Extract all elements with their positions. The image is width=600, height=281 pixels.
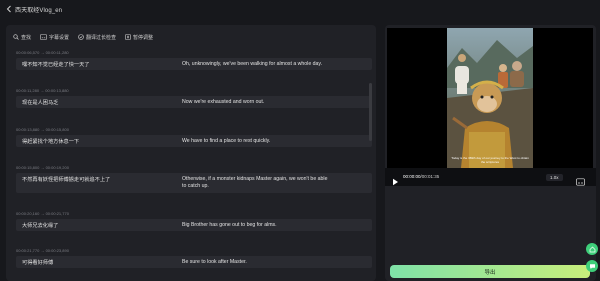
subtitle-segment: 00:00:21,770 → 00:00:23,890 可得看好师傅 Be su… xyxy=(16,247,372,268)
batch-adjust-button[interactable]: 暂停调整 xyxy=(125,34,153,41)
preview-panel: Today is the 369th day of our journey to… xyxy=(385,25,596,281)
segment-time: 00:00:20,160 → 00:00:21,770 xyxy=(16,211,69,216)
segment-time: 00:00:15,800 → 00:00:19,200 xyxy=(16,165,69,170)
home-icon xyxy=(589,246,595,252)
export-button[interactable]: 导出 xyxy=(390,265,590,278)
current-time: 00:00:00 xyxy=(403,174,421,179)
segment-row[interactable]: 得赶紧找个地方休息一下 We have to find a place to r… xyxy=(16,135,372,147)
subtitle-toolbar: 查找 字幕设置 翻译过长检查 暂停调整 xyxy=(13,32,162,42)
segment-row[interactable]: 现在是人困马乏 Now we're exhausted and worn out… xyxy=(16,96,372,108)
target-text[interactable]: Oh, unknowingly, we've been walking for … xyxy=(176,61,372,67)
subtitle-segment: 00:00:15,800 → 00:00:19,200 不然再有妖怪把师傅掳走可… xyxy=(16,164,372,193)
segment-row[interactable]: 嘿不知不觉已经走了快一天了 Oh, unknowingly, we've bee… xyxy=(16,58,372,70)
subtitle-segment: 00:00:06,570 → 00:00:11,280 嘿不知不觉已经走了快一天… xyxy=(16,49,372,70)
video-preview[interactable]: Today is the 369th day of our journey to… xyxy=(387,28,593,168)
playback-time: 00:00:00/00:01:35 xyxy=(403,174,439,179)
play-icon xyxy=(393,178,398,186)
source-text[interactable]: 可得看好师傅 xyxy=(16,259,176,266)
source-text[interactable]: 不然再有妖怪把师傅掳走可就追不上了 xyxy=(16,176,176,183)
translation-check-button[interactable]: 翻译过长检查 xyxy=(78,34,116,41)
burned-subtitle: Today is the 369th day of our journey to… xyxy=(451,156,529,164)
subtitle-segment: 00:00:11,280 → 00:00:13,880 现在是人困马乏 Now … xyxy=(16,87,372,108)
segment-time: 00:00:13,880 → 00:00:15,800 xyxy=(16,127,69,132)
target-text[interactable]: Be sure to look after Master. xyxy=(176,259,372,265)
subtitle-segment: 00:00:20,160 → 00:00:21,770 大师兄去化缘了 Big … xyxy=(16,210,372,231)
playback-speed[interactable]: 1.0x xyxy=(546,174,563,181)
subtitle-list-scrollbar[interactable] xyxy=(369,83,372,141)
player-controls: 00:00:00/00:01:35 1.0x xyxy=(385,168,596,186)
subtitle-toggle-button[interactable] xyxy=(576,173,585,191)
total-time: 00:01:35 xyxy=(421,174,440,179)
subtitle-icon xyxy=(40,34,47,40)
segment-row[interactable]: 大师兄去化缘了 Big Brother has gone out to beg … xyxy=(16,219,372,231)
target-text-line: to catch up. xyxy=(182,183,209,189)
target-text[interactable]: Otherwise, if a monster kidnaps Master a… xyxy=(176,176,372,190)
target-text-line: Otherwise, if a monster kidnaps Master a… xyxy=(182,176,328,182)
batch-adjust-label: 暂停调整 xyxy=(133,34,154,41)
source-text[interactable]: 现在是人困马乏 xyxy=(16,99,176,106)
subtitle-panel: 查找 字幕设置 翻译过长检查 暂停调整 00:00:06,570 → 00:00… xyxy=(6,25,376,281)
segment-time: 00:00:11,280 → 00:00:13,880 xyxy=(16,88,69,93)
search-icon xyxy=(13,34,19,40)
chat-icon xyxy=(589,263,595,269)
find-button[interactable]: 查找 xyxy=(13,34,31,41)
check-circle-icon xyxy=(78,34,84,40)
subtitle-toggle-icon xyxy=(576,178,585,186)
top-bar: 西天取经Vlog_en xyxy=(0,0,600,18)
help-float-button[interactable] xyxy=(586,243,598,255)
segment-time: 00:00:21,770 → 00:00:23,890 xyxy=(16,248,69,253)
source-text[interactable]: 得赶紧找个地方休息一下 xyxy=(16,138,176,145)
segment-time: 00:00:06,570 → 00:00:11,280 xyxy=(16,50,69,55)
target-text[interactable]: Now we're exhausted and worn out. xyxy=(176,99,372,105)
segment-row[interactable]: 不然再有妖怪把师傅掳走可就追不上了 Otherwise, if a monste… xyxy=(16,173,372,193)
source-text[interactable]: 嘿不知不觉已经走了快一天了 xyxy=(16,61,176,68)
source-text[interactable]: 大师兄去化缘了 xyxy=(16,222,176,229)
play-button[interactable] xyxy=(392,173,399,191)
video-frame: Today is the 369th day of our journey to… xyxy=(447,28,533,168)
target-text[interactable]: Big Brother has gone out to beg for alms… xyxy=(176,222,372,228)
subtitle-settings-label: 字幕设置 xyxy=(49,34,70,41)
subtitle-settings-button[interactable]: 字幕设置 xyxy=(40,34,69,41)
back-button[interactable] xyxy=(5,4,13,14)
target-text[interactable]: We have to find a place to rest quickly. xyxy=(176,138,372,144)
chevron-left-icon xyxy=(6,5,11,13)
subtitle-segment: 00:00:13,880 → 00:00:15,800 得赶紧找个地方休息一下 … xyxy=(16,126,372,147)
segment-row[interactable]: 可得看好师傅 Be sure to look after Master. xyxy=(16,256,372,268)
find-label: 查找 xyxy=(21,34,32,41)
adjust-icon xyxy=(125,34,131,40)
project-title: 西天取经Vlog_en xyxy=(15,7,63,14)
translation-check-label: 翻译过长检查 xyxy=(86,34,117,41)
chat-float-button[interactable] xyxy=(586,260,598,272)
